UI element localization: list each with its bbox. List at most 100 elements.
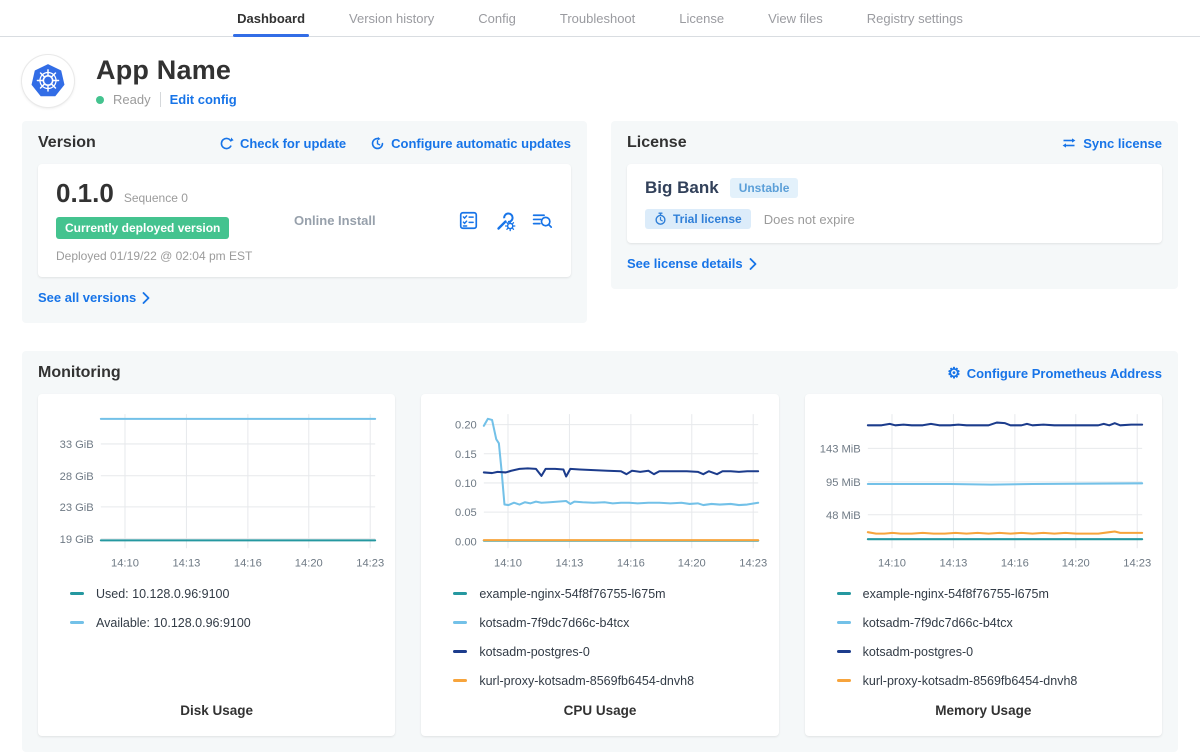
chart-legend: example-nginx-54f8f76755-l675m kotsadm-7f… bbox=[431, 587, 768, 703]
gear-icon: ⚙ bbox=[947, 366, 960, 381]
chart-title: Disk Usage bbox=[48, 703, 385, 720]
app-logo bbox=[22, 55, 74, 107]
kubernetes-logo-icon bbox=[29, 62, 67, 100]
legend-label: Used: 10.128.0.96:9100 bbox=[96, 587, 229, 601]
page-title: App Name bbox=[96, 55, 237, 86]
sync-license-button[interactable]: Sync license bbox=[1061, 136, 1162, 151]
license-section: License Sync license Big Bank Unstable bbox=[611, 121, 1178, 289]
legend-swatch-icon bbox=[453, 650, 467, 653]
svg-text:14:16: 14:16 bbox=[1001, 558, 1029, 570]
legend-label: example-nginx-54f8f76755-l675m bbox=[863, 587, 1049, 601]
legend-swatch-icon bbox=[837, 650, 851, 653]
svg-text:23 GiB: 23 GiB bbox=[60, 502, 94, 514]
see-license-details-link[interactable]: See license details bbox=[627, 256, 757, 271]
svg-text:14:13: 14:13 bbox=[939, 558, 967, 570]
memory-usage-chart: 14:10 14:13 14:16 14:20 14:23 143 MiB 95 MiB 48… bbox=[815, 406, 1152, 577]
divider bbox=[160, 92, 161, 107]
see-all-versions-link[interactable]: See all versions bbox=[38, 290, 150, 305]
license-card: Big Bank Unstable Trial license Does not… bbox=[627, 164, 1162, 243]
monitoring-charts: 14:10 14:13 14:16 14:20 14:23 33 GiB 28 GiB 23 … bbox=[38, 394, 1162, 736]
legend-swatch-icon bbox=[70, 592, 84, 595]
legend-label: kotsadm-postgres-0 bbox=[863, 645, 973, 659]
legend-label: kotsadm-7f9dc7d66c-b4tcx bbox=[479, 616, 629, 630]
check-for-update-button[interactable]: Check for update bbox=[219, 136, 346, 151]
legend-item: Available: 10.128.0.96:9100 bbox=[70, 616, 385, 630]
license-title: License bbox=[627, 134, 687, 152]
svg-text:143 MiB: 143 MiB bbox=[819, 443, 860, 455]
svg-text:14:23: 14:23 bbox=[1123, 558, 1151, 570]
chart-legend: Used: 10.128.0.96:9100 Available: 10.128.… bbox=[48, 587, 385, 645]
chart-title: CPU Usage bbox=[431, 703, 768, 720]
status-dot-icon bbox=[96, 96, 104, 104]
legend-swatch-icon bbox=[453, 679, 467, 682]
tab-license[interactable]: License bbox=[675, 0, 728, 36]
configure-automatic-updates-button[interactable]: Configure automatic updates bbox=[370, 136, 571, 151]
version-number: 0.1.0 bbox=[56, 178, 114, 209]
chart-title: Memory Usage bbox=[815, 703, 1152, 720]
svg-text:14:10: 14:10 bbox=[878, 558, 906, 570]
legend-item: kurl-proxy-kotsadm-8569fb6454-dnvh8 bbox=[453, 674, 768, 688]
tab-version-history[interactable]: Version history bbox=[345, 0, 438, 36]
view-logs-icon[interactable] bbox=[531, 210, 553, 231]
configure-prometheus-button[interactable]: ⚙ Configure Prometheus Address bbox=[947, 366, 1162, 381]
tab-dashboard[interactable]: Dashboard bbox=[233, 0, 309, 36]
cpu-usage-chart: 14:1014:1314:1614:2014:230.200.150.100.0… bbox=[431, 406, 768, 577]
edit-config-link[interactable]: Edit config bbox=[170, 92, 237, 107]
legend-swatch-icon bbox=[837, 592, 851, 595]
version-section: Version Check for update bbox=[22, 121, 587, 323]
svg-text:19 GiB: 19 GiB bbox=[60, 534, 94, 546]
deployed-badge: Currently deployed version bbox=[56, 217, 229, 239]
memory-usage-card: 14:10 14:13 14:16 14:20 14:23 143 MiB 95 MiB 48… bbox=[805, 394, 1162, 736]
tab-registry-settings[interactable]: Registry settings bbox=[863, 0, 967, 36]
refresh-icon bbox=[219, 136, 234, 151]
config-wrench-icon[interactable] bbox=[494, 210, 516, 232]
svg-text:33 GiB: 33 GiB bbox=[60, 439, 94, 451]
svg-text:14:20: 14:20 bbox=[1061, 558, 1089, 570]
app-header: App Name Ready Edit config bbox=[0, 37, 1200, 121]
install-type: Online Install bbox=[294, 213, 458, 228]
cpu-usage-card: 14:1014:1314:1614:2014:230.200.150.100.0… bbox=[421, 394, 778, 736]
legend-item: example-nginx-54f8f76755-l675m bbox=[837, 587, 1152, 601]
monitoring-title: Monitoring bbox=[38, 364, 121, 382]
legend-item: kotsadm-postgres-0 bbox=[837, 645, 1152, 659]
legend-label: kurl-proxy-kotsadm-8569fb6454-dnvh8 bbox=[479, 674, 694, 688]
tab-troubleshoot[interactable]: Troubleshoot bbox=[556, 0, 639, 36]
legend-item: kotsadm-7f9dc7d66c-b4tcx bbox=[453, 616, 768, 630]
stopwatch-icon bbox=[654, 212, 667, 226]
monitoring-section: Monitoring ⚙ Configure Prometheus Addres… bbox=[22, 351, 1178, 752]
svg-text:14:16: 14:16 bbox=[617, 558, 645, 570]
legend-swatch-icon bbox=[70, 621, 84, 624]
legend-label: kotsadm-7f9dc7d66c-b4tcx bbox=[863, 616, 1013, 630]
svg-text:14:10: 14:10 bbox=[494, 558, 522, 570]
svg-text:14:23: 14:23 bbox=[740, 558, 768, 570]
legend-item: kurl-proxy-kotsadm-8569fb6454-dnvh8 bbox=[837, 674, 1152, 688]
legend-item: Used: 10.128.0.96:9100 bbox=[70, 587, 385, 601]
tab-config[interactable]: Config bbox=[474, 0, 520, 36]
legend-label: example-nginx-54f8f76755-l675m bbox=[479, 587, 665, 601]
chart-legend: example-nginx-54f8f76755-l675m kotsadm-7f… bbox=[815, 587, 1152, 703]
svg-text:14:20: 14:20 bbox=[295, 558, 323, 570]
tab-view-files[interactable]: View files bbox=[764, 0, 827, 36]
legend-label: kurl-proxy-kotsadm-8569fb6454-dnvh8 bbox=[863, 674, 1078, 688]
top-nav: Dashboard Version history Config Troublesho… bbox=[0, 0, 1200, 37]
svg-text:28 GiB: 28 GiB bbox=[60, 471, 94, 483]
license-type-badge: Trial license bbox=[645, 209, 751, 229]
customer-name: Big Bank bbox=[645, 178, 719, 198]
disk-usage-chart: 14:1014:1314:1614:2014:2333 GiB28 GiB23 … bbox=[48, 406, 385, 577]
version-title: Version bbox=[38, 134, 96, 152]
legend-label: kotsadm-postgres-0 bbox=[479, 645, 589, 659]
svg-text:14:16: 14:16 bbox=[234, 558, 262, 570]
sync-arrows-icon bbox=[1061, 136, 1077, 150]
status-text: Ready bbox=[113, 92, 151, 107]
svg-text:14:20: 14:20 bbox=[678, 558, 706, 570]
svg-text:95 MiB: 95 MiB bbox=[826, 477, 861, 489]
legend-label: Available: 10.128.0.96:9100 bbox=[96, 616, 251, 630]
svg-text:0.00: 0.00 bbox=[455, 536, 477, 548]
svg-text:48 MiB: 48 MiB bbox=[826, 510, 861, 522]
chevron-right-icon bbox=[749, 258, 757, 270]
legend-item: kotsadm-7f9dc7d66c-b4tcx bbox=[837, 616, 1152, 630]
preflight-checks-icon[interactable] bbox=[458, 210, 479, 231]
svg-text:0.10: 0.10 bbox=[455, 478, 477, 490]
legend-swatch-icon bbox=[453, 592, 467, 595]
svg-text:0.15: 0.15 bbox=[455, 449, 477, 461]
